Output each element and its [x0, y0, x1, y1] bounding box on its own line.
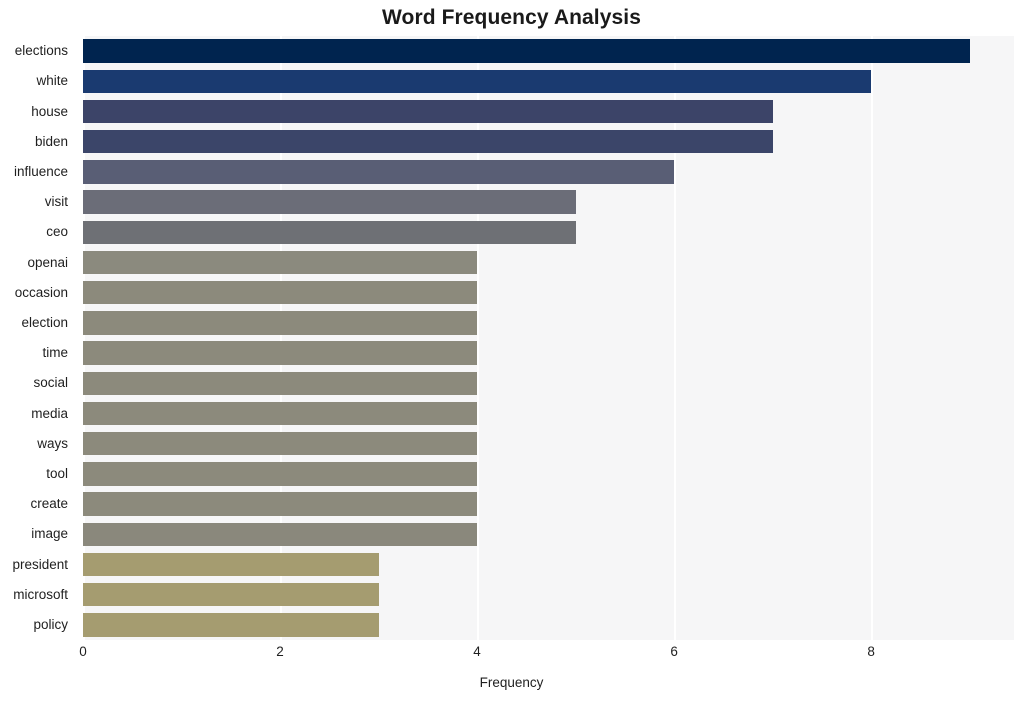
- plot-area: [83, 36, 1014, 640]
- x-tick-label-2: 2: [276, 644, 284, 659]
- bar-row: [83, 129, 1014, 154]
- bar-row: [83, 341, 1014, 365]
- bar-tool[interactable]: [83, 462, 478, 486]
- bar-house[interactable]: [83, 99, 773, 124]
- y-tick-label-tool: tool: [46, 465, 68, 481]
- bar-social[interactable]: [83, 371, 478, 396]
- bar-row: [83, 552, 1014, 577]
- bar-row: [83, 311, 1014, 335]
- bar-ceo[interactable]: [83, 220, 576, 245]
- bar-row: [83, 220, 1014, 245]
- y-tick-label-ceo: ceo: [46, 224, 68, 240]
- bar-row: [83, 522, 1014, 547]
- bar-row: [83, 160, 1014, 184]
- y-tick-label-media: media: [31, 405, 68, 421]
- y-tick-label-policy: policy: [33, 616, 68, 632]
- y-tick-label-visit: visit: [44, 194, 68, 210]
- bar-create[interactable]: [83, 492, 478, 516]
- bar-row: [83, 99, 1014, 124]
- y-tick-label-elections: elections: [14, 43, 68, 59]
- y-tick-label-openai: openai: [27, 254, 68, 270]
- y-axis-tick-labels: elections white house biden influence visit ce…: [0, 36, 76, 640]
- y-tick-label-time: time: [42, 345, 68, 361]
- bar-row: [83, 39, 1014, 63]
- y-tick-label-biden: biden: [34, 133, 68, 149]
- y-tick-label-create: create: [30, 496, 68, 512]
- bar-row: [83, 371, 1014, 396]
- bar-biden[interactable]: [83, 129, 773, 154]
- bar-row: [83, 190, 1014, 214]
- bar-time[interactable]: [83, 341, 478, 365]
- bar-series: [83, 36, 1014, 640]
- bar-row: [83, 582, 1014, 607]
- x-tick-label-0: 0: [79, 644, 87, 659]
- y-tick-label-white: white: [36, 73, 68, 89]
- y-tick-label-microsoft: microsoft: [13, 586, 68, 602]
- bar-ways[interactable]: [83, 431, 478, 456]
- bar-row: [83, 280, 1014, 305]
- bar-microsoft[interactable]: [83, 582, 379, 607]
- x-axis-title: Frequency: [479, 675, 544, 690]
- x-tick-label-8: 8: [867, 644, 875, 659]
- y-tick-label-image: image: [31, 526, 68, 542]
- y-tick-label-president: president: [12, 556, 68, 572]
- bar-row: [83, 431, 1014, 456]
- bar-policy[interactable]: [83, 613, 379, 637]
- bar-media[interactable]: [83, 401, 478, 426]
- bar-election[interactable]: [83, 311, 478, 335]
- bar-elections[interactable]: [83, 39, 970, 63]
- bar-occasion[interactable]: [83, 280, 478, 305]
- x-axis-tick-labels: 0 2 4 6 8: [0, 645, 1023, 669]
- chart-title: Word Frequency Analysis: [381, 6, 642, 29]
- x-tick-label-4: 4: [473, 644, 481, 659]
- y-tick-label-influence: influence: [13, 163, 68, 179]
- y-tick-label-house: house: [31, 103, 68, 119]
- bar-row: [83, 613, 1014, 637]
- bar-influence[interactable]: [83, 160, 675, 184]
- bar-president[interactable]: [83, 552, 379, 577]
- y-tick-label-election: election: [21, 314, 68, 330]
- bar-image[interactable]: [83, 522, 478, 547]
- bar-visit[interactable]: [83, 190, 576, 214]
- bar-row: [83, 401, 1014, 426]
- bar-row: [83, 462, 1014, 486]
- y-tick-label-ways: ways: [37, 435, 68, 451]
- word-frequency-chart: Word Frequency Analysis elections white ho…: [0, 0, 1023, 701]
- bar-white[interactable]: [83, 69, 872, 94]
- bar-row: [83, 250, 1014, 275]
- bar-openai[interactable]: [83, 250, 478, 275]
- y-tick-label-occasion: occasion: [14, 284, 68, 300]
- bar-row: [83, 69, 1014, 94]
- y-tick-label-social: social: [33, 375, 68, 391]
- x-tick-label-6: 6: [670, 644, 678, 659]
- bar-row: [83, 492, 1014, 516]
